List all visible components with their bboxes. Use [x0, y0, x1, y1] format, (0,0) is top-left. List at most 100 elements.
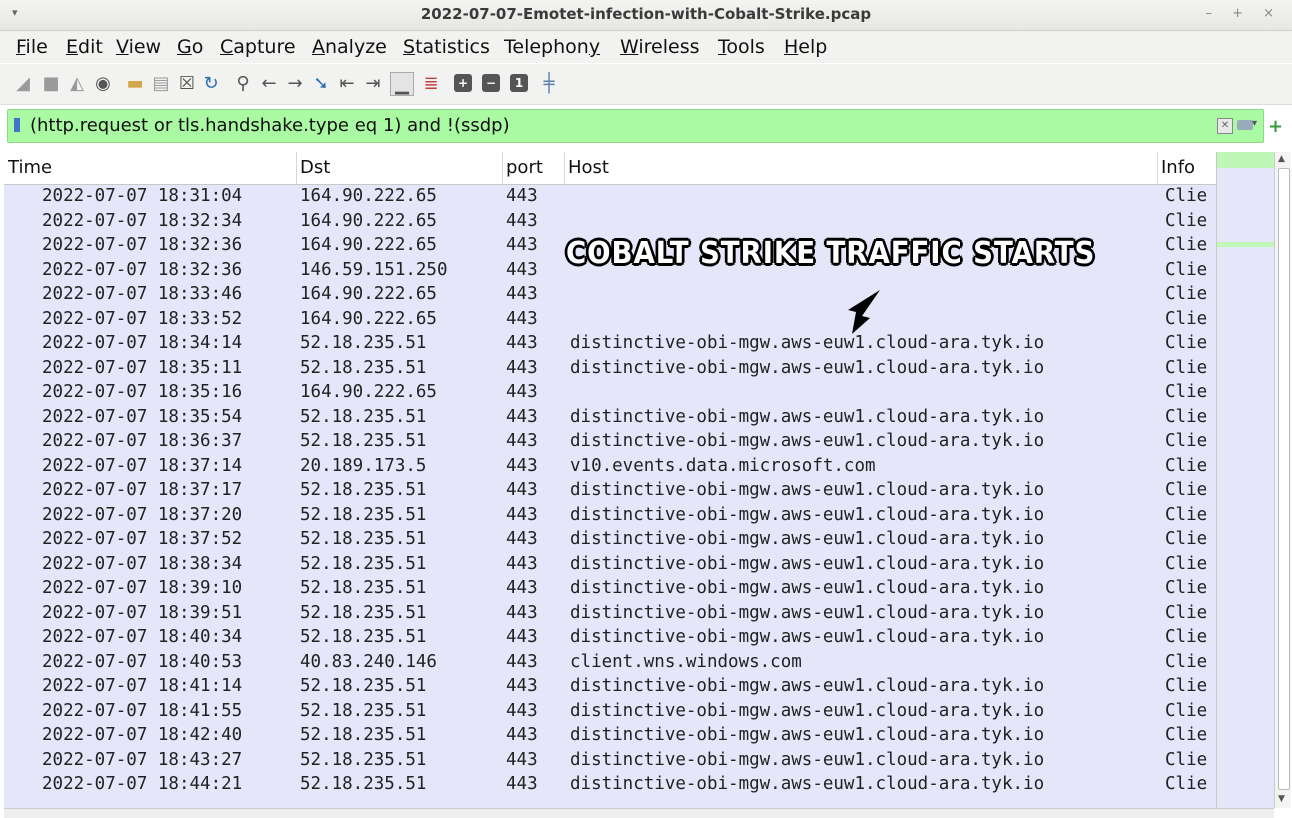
column-header-info[interactable]: Info [1161, 157, 1195, 178]
menu-item-wireless[interactable]: Wireless [620, 36, 700, 58]
menu-item-analyze[interactable]: Analyze [312, 36, 387, 58]
column-header-host[interactable]: Host [568, 157, 609, 178]
capture-options-icon[interactable]: ◉ [92, 72, 114, 94]
open-file-icon[interactable]: ▬ [124, 72, 146, 94]
find-packet-icon[interactable]: ⚲ [232, 72, 254, 94]
resize-columns-icon[interactable]: ╪ [538, 72, 560, 94]
apply-filter-icon[interactable] [1237, 120, 1253, 130]
auto-scroll-icon[interactable]: ▁ [390, 72, 414, 96]
menu-item-statistics[interactable]: Statistics [403, 36, 490, 58]
menu-item-edit[interactable]: Edit [66, 36, 103, 58]
column-header-port[interactable]: port [506, 157, 543, 178]
menu-item-tools[interactable]: Tools [718, 36, 765, 58]
cell-time: 2022-07-07 18:37:14 [42, 455, 243, 476]
packet-row[interactable]: 2022-07-07 18:37:17 52.18.235.51 443 distin… [4, 478, 1216, 503]
cell-port: 443 [506, 333, 538, 353]
packet-row[interactable]: 2022-07-07 18:40:34 52.18.235.51 443 distin… [4, 625, 1216, 650]
cell-dst: 52.18.235.51 [300, 700, 427, 721]
packet-row[interactable]: 2022-07-07 18:39:10 52.18.235.51 443 distin… [4, 576, 1216, 601]
packet-row[interactable]: 2022-07-07 18:41:55 52.18.235.51 443 distin… [4, 699, 1216, 724]
bookmark-icon[interactable] [14, 118, 20, 132]
save-file-icon[interactable]: ▤ [150, 72, 172, 94]
first-packet-icon[interactable]: ⇤ [336, 72, 358, 94]
restart-capture-icon[interactable]: ◭ [66, 72, 88, 94]
cell-dst: 52.18.235.51 [300, 406, 427, 427]
cell-host: distinctive-obi-mgw.aws-euw1.cloud-ara.t… [570, 504, 1045, 525]
go-back-icon[interactable]: ← [258, 72, 280, 94]
packet-row[interactable]: 2022-07-07 18:44:21 52.18.235.51 443 distin… [4, 772, 1216, 797]
cell-time: 2022-07-07 18:35:16 [42, 382, 243, 402]
menu-item-help[interactable]: Help [784, 36, 827, 58]
column-header-time[interactable]: Time [8, 157, 52, 178]
cell-time: 2022-07-07 18:39:51 [42, 602, 243, 623]
packet-row[interactable]: 2022-07-07 18:34:14 52.18.235.51 443 distin… [4, 331, 1216, 356]
display-filter-bar[interactable]: (http.request or tls.handshake.type eq 1… [7, 109, 1264, 143]
packet-row[interactable]: 2022-07-07 18:33:52 164.90.222.65 443 Clie [4, 307, 1216, 332]
packet-row[interactable]: 2022-07-07 18:35:54 52.18.235.51 443 distin… [4, 405, 1216, 430]
packet-row[interactable]: 2022-07-07 18:35:16 164.90.222.65 443 Clie [4, 380, 1216, 405]
cell-time: 2022-07-07 18:32:36 [42, 259, 243, 280]
packet-row[interactable]: 2022-07-07 18:41:14 52.18.235.51 443 distin… [4, 674, 1216, 699]
cell-info: Clie [1165, 259, 1208, 280]
colorize-icon[interactable]: ≣ [420, 72, 442, 94]
vertical-scrollbar[interactable]: ▲ ▼ [1274, 152, 1291, 808]
packet-row[interactable]: 2022-07-07 18:38:34 52.18.235.51 443 distin… [4, 552, 1216, 577]
packet-row[interactable]: 2022-07-07 18:33:46 164.90.222.65 443 Clie [4, 282, 1216, 307]
close-file-icon[interactable]: ☒ [176, 72, 198, 94]
display-filter-input[interactable]: (http.request or tls.handshake.type eq 1… [30, 115, 510, 136]
annotation-arrow-icon [848, 290, 880, 334]
packet-row[interactable]: 2022-07-07 18:43:27 52.18.235.51 443 distin… [4, 748, 1216, 773]
menu-item-capture[interactable]: Capture [220, 36, 296, 58]
start-capture-icon[interactable]: ◢ [12, 72, 34, 94]
packet-row[interactable]: 2022-07-07 18:36:37 52.18.235.51 443 distin… [4, 429, 1216, 454]
cell-port: 443 [506, 235, 538, 255]
cell-port: 443 [506, 455, 538, 476]
cell-info: Clie [1165, 553, 1208, 574]
packet-row[interactable]: 2022-07-07 18:40:53 40.83.240.146 443 clien… [4, 650, 1216, 675]
packet-row[interactable]: 2022-07-07 18:32:34 164.90.222.65 443 Clie [4, 209, 1216, 234]
go-to-packet-icon[interactable]: ➘ [310, 72, 332, 94]
packet-row[interactable]: 2022-07-07 18:39:51 52.18.235.51 443 distin… [4, 601, 1216, 626]
scroll-up-icon[interactable]: ▲ [1278, 154, 1285, 164]
window-controls[interactable]: – + × [1205, 6, 1282, 21]
add-filter-button-icon[interactable]: + [1268, 116, 1283, 137]
cell-host: distinctive-obi-mgw.aws-euw1.cloud-ara.t… [570, 774, 1045, 794]
go-forward-icon[interactable]: → [284, 72, 306, 94]
stop-capture-icon[interactable]: ■ [40, 72, 62, 94]
cell-dst: 52.18.235.51 [300, 602, 427, 623]
reload-file-icon[interactable]: ↻ [200, 72, 222, 94]
cell-host: distinctive-obi-mgw.aws-euw1.cloud-ara.t… [570, 431, 1045, 451]
filter-dropdown-icon[interactable]: ▾ [1252, 118, 1257, 129]
cell-port: 443 [506, 210, 538, 231]
cell-time: 2022-07-07 18:32:34 [42, 210, 243, 231]
cell-info: Clie [1165, 504, 1208, 525]
scrollbar-thumb[interactable] [1278, 168, 1290, 790]
cell-dst: 52.18.235.51 [300, 725, 427, 745]
packet-row[interactable]: 2022-07-07 18:42:40 52.18.235.51 443 distin… [4, 723, 1216, 748]
packet-row[interactable]: 2022-07-07 18:37:14 20.189.173.5 443 v10.ev… [4, 454, 1216, 479]
menu-item-go[interactable]: Go [177, 36, 203, 58]
last-packet-icon[interactable]: ⇥ [362, 72, 384, 94]
clear-filter-icon[interactable]: ✕ [1217, 118, 1233, 134]
menu-item-file[interactable]: File [16, 36, 48, 58]
packet-row[interactable]: 2022-07-07 18:37:20 52.18.235.51 443 distin… [4, 503, 1216, 528]
packet-row[interactable]: 2022-07-07 18:37:52 52.18.235.51 443 distin… [4, 527, 1216, 552]
cell-info: Clie [1165, 186, 1208, 206]
cell-host: distinctive-obi-mgw.aws-euw1.cloud-ara.t… [570, 749, 1045, 770]
packet-row[interactable]: 2022-07-07 18:35:11 52.18.235.51 443 distin… [4, 356, 1216, 381]
packet-row[interactable]: 2022-07-07 18:31:04 164.90.222.65 443 Clie [4, 184, 1216, 209]
cell-host: distinctive-obi-mgw.aws-euw1.cloud-ara.t… [570, 333, 1045, 353]
normal-size-icon[interactable]: 1 [510, 74, 528, 92]
cell-host: distinctive-obi-mgw.aws-euw1.cloud-ara.t… [570, 553, 1045, 574]
intelligent-scrollbar-minimap[interactable] [1216, 152, 1274, 808]
cell-info: Clie [1165, 749, 1208, 770]
column-header-dst[interactable]: Dst [300, 157, 330, 178]
cell-time: 2022-07-07 18:31:04 [42, 186, 243, 206]
menu-item-view[interactable]: View [116, 36, 161, 58]
zoom-out-icon[interactable]: − [482, 74, 500, 92]
cell-port: 443 [506, 284, 538, 304]
menu-item-telephony[interactable]: Telephony [504, 36, 600, 58]
cell-info: Clie [1165, 578, 1208, 598]
zoom-in-icon[interactable]: + [454, 74, 472, 92]
scroll-down-icon[interactable]: ▼ [1278, 794, 1285, 804]
